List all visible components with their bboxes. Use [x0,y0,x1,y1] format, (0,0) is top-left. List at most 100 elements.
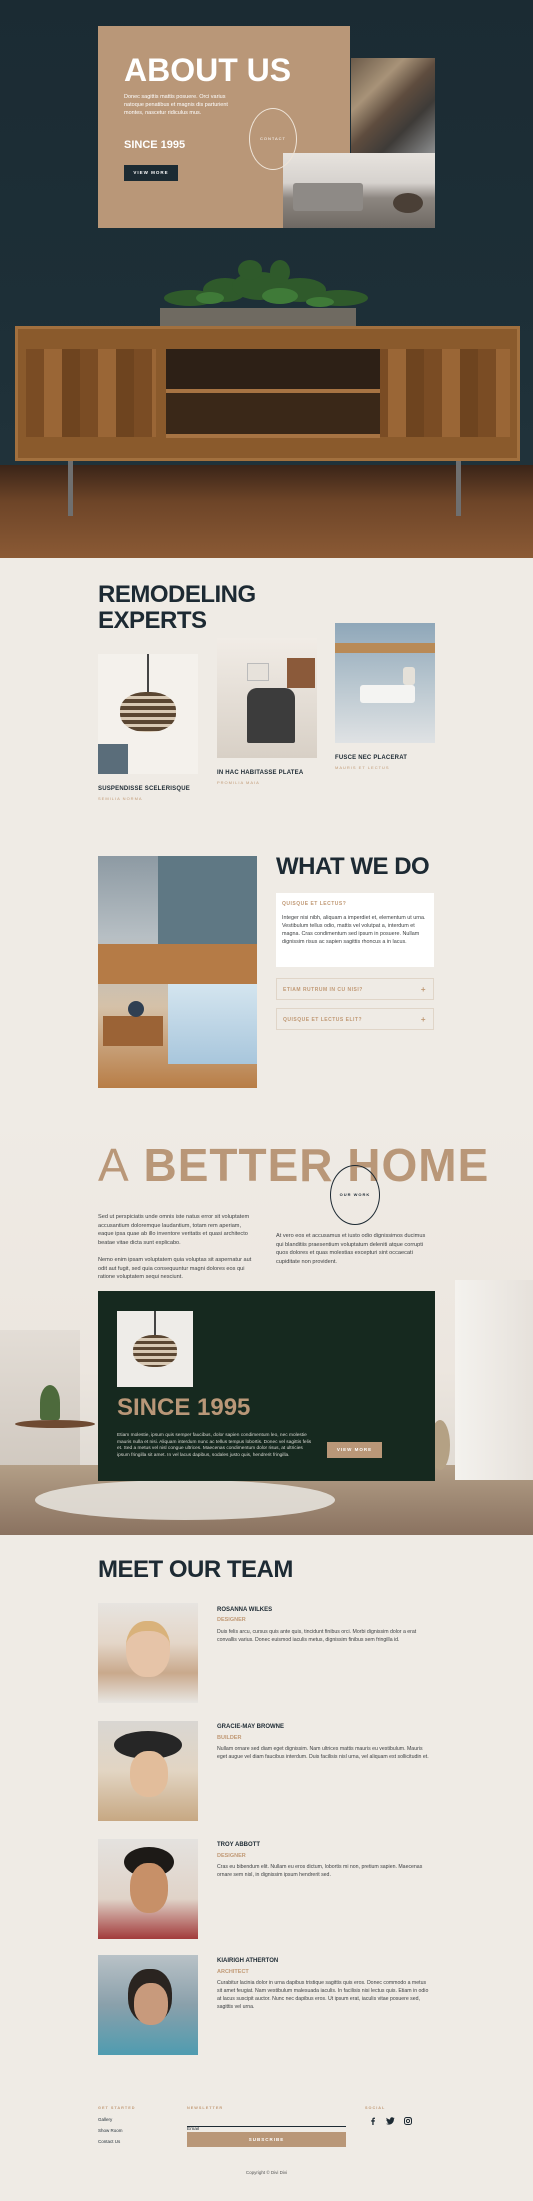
accordion-title: QUISQUE ET LECTUS? [282,901,347,907]
cabinet-drawer-left [26,349,156,437]
accordion-text: Integer nisi nibh, aliquam a imperdiet e… [282,915,426,945]
team-member-name: KIAIRIGH ATHERTON [217,1958,279,1964]
accordion-open[interactable]: QUISQUE ET LECTUS? Integer nisi nibh, al… [276,893,434,967]
better-col1-p1: Sed ut perspiciatis unde omnis iste natu… [98,1214,250,1246]
team-member-role: ARCHITECT [217,1969,249,1975]
chair-image [217,638,317,758]
accordion-item[interactable]: ETIAM RUTRUM IN CU NISI? + [276,978,434,1000]
team-member-desc: Duis felis arcu, cursus quis ante quis, … [217,1629,417,1643]
view-more-button[interactable]: VIEW MORE [327,1442,382,1458]
team-photo [98,1721,198,1821]
chandelier-shape [120,692,176,732]
living-room-image [283,153,435,228]
footer-link-contact[interactable]: Contact Us [98,2139,120,2144]
team-photo [98,1955,198,2055]
remodel-item-title: SUSPENDISSE SCELERISQUE [98,786,190,792]
contact-circle-label: CONTACT [259,136,287,141]
chair-shape [247,688,295,743]
table-shape [393,193,423,213]
footer-heading: NEWSLETTER [187,2106,224,2110]
view-more-button[interactable]: VIEW MORE [124,165,178,181]
team-member-name: TROY ABBOTT [217,1842,260,1848]
twitter-icon[interactable] [386,2117,395,2125]
team-member-name: ROSANNA WILKES [217,1607,273,1613]
remodel-item-sub: MAURIS ET LECTUS [335,765,390,770]
accordion-item[interactable]: QUISQUE ET LECTUS ELIT? + [276,1008,434,1030]
cabinet-drawer-right [370,349,510,437]
side-table-shape [15,1420,95,1428]
better-home-title-rest: BETTER HOME [143,1139,490,1191]
subscribe-button[interactable]: SUBSCRIBE [187,2132,346,2147]
face-shape [130,1751,168,1797]
window-shape [455,1280,533,1480]
team-member-role: DESIGNER [217,1853,246,1859]
hero-since: SINCE 1995 [124,139,186,151]
remodel-item-title: FUSCE NEC PLACERAT [335,755,408,761]
better-home-title-a: A [98,1139,130,1191]
rug-shape [35,1480,335,1520]
what-we-do-title: WHAT WE DO [276,853,430,880]
footer-link-showroom[interactable]: Show Room [98,2128,123,2133]
window-shape [98,744,128,774]
headboard-shape [98,944,257,984]
accordion-title: QUISQUE ET LECTUS ELIT? [283,1017,363,1023]
chandelier-rod [147,654,149,692]
shelf-shape [335,643,435,653]
team-member-desc: Curabitur lacinia dolor in urna dapibus … [217,1980,429,2010]
footer-heading: SOCIAL [365,2106,386,2110]
bed-shape [168,984,257,1064]
bottle-shape [403,667,415,685]
remodeling-title-line1: REMODELING [98,581,256,608]
footer-heading: GET STARTED [98,2106,136,2110]
plus-icon: + [420,1015,426,1024]
since-title: SINCE 1995 [117,1394,251,1421]
cabinet-leg [456,461,461,516]
plant-shape [40,1385,60,1420]
painting-shape [158,856,257,944]
team-photo [98,1839,198,1939]
cabinet-shelf [166,434,380,438]
remodeling-title: REMODELING EXPERTS [98,582,256,634]
chandelier-image [98,654,198,774]
chandelier-rod [154,1311,156,1335]
our-work-label: OUR WORK [339,1192,371,1197]
team-title: MEET OUR TEAM [98,1556,293,1583]
pillow-shape [247,663,269,681]
accordion-title: ETIAM RUTRUM IN CU NISI? [283,987,363,993]
hero-text: Donec sagittis mattis posuere. Orci vari… [124,94,228,116]
since-text: Etiam molestie, ipsum quis semper faucib… [117,1433,312,1458]
nightstand-shape [103,1016,163,1046]
footer-link-gallery[interactable]: Gallery [98,2117,112,2122]
face-shape [130,1863,168,1913]
team-member-desc: Cras eu bibendum elit. Nullam eu eros di… [217,1864,423,1878]
team-member-desc: Nullam ornare sed diam eget dignissim. N… [217,1746,429,1760]
face-shape [126,1621,170,1677]
remodel-item-title: IN HAC HABITASSE PLATEA [217,770,304,776]
cabinet-shape [287,658,315,688]
facebook-icon[interactable] [369,2117,377,2125]
plus-icon: + [420,985,426,994]
copyright: Copyright © Divi Divi [245,2170,288,2175]
sink-shape [360,685,415,703]
team-member-role: DESIGNER [217,1617,246,1623]
better-home-title: A BETTER HOME [98,1140,489,1190]
cabinet-cavity [166,349,380,389]
vase-shape [128,1001,144,1017]
better-col2-p1: At vero eos et accusamus et iusto odio d… [276,1233,426,1265]
chandelier-shape [133,1335,177,1367]
kitchen-image [351,58,435,153]
email-field[interactable]: Email [187,2117,346,2132]
hero-floor [0,465,533,558]
hero-cabinet-image [15,326,520,461]
sofa-shape [293,183,363,211]
chandelier-image [117,1311,193,1387]
bedroom-image [98,856,257,1088]
bathroom-image [335,623,435,743]
team-photo [98,1603,198,1703]
cabinet-cavity [166,393,380,434]
instagram-icon[interactable] [404,2117,412,2125]
cabinet-leg [68,461,73,516]
hero-section: ABOUT US Donec sagittis mattis posuere. … [0,0,533,558]
hero-title: ABOUT US [124,52,292,88]
remodel-item-sub: PROMILIA MAIA [217,780,260,785]
